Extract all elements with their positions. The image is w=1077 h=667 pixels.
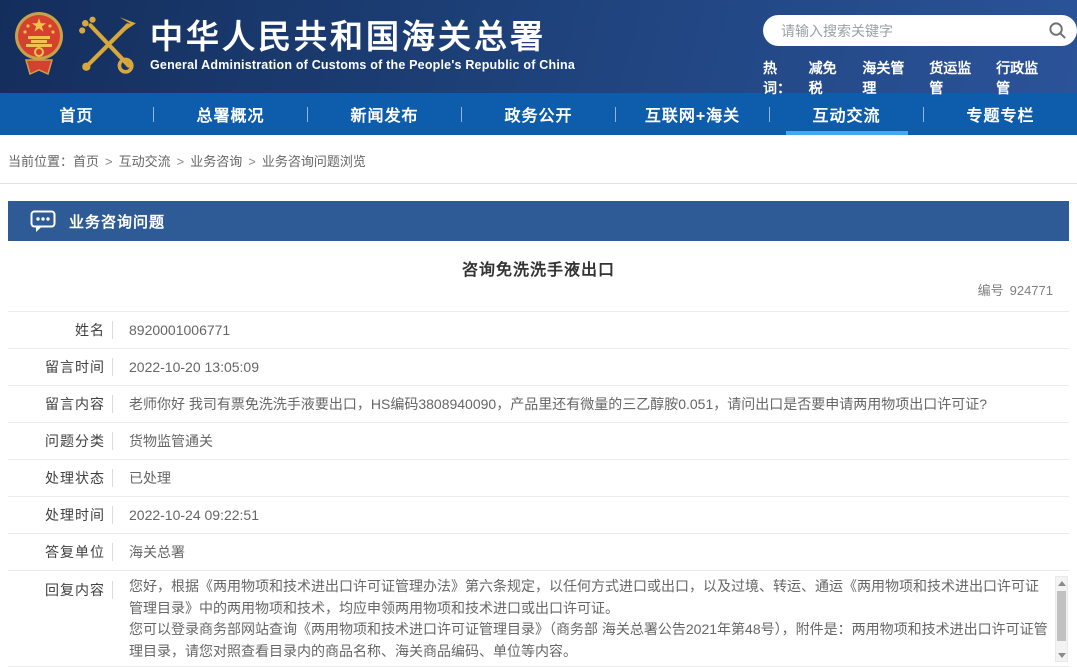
site-logo[interactable]: 中华人民共和国海关总署 General Administration of Cu…	[14, 10, 575, 80]
consultation-panel: 业务咨询问题 咨询免洗洗手液出口 编号 924771 姓名 89200010067…	[8, 201, 1069, 667]
hot-word-link[interactable]: 减免税	[809, 58, 849, 98]
hot-words: 热词： 减免税 海关管理 货运监管 行政监管	[763, 58, 1063, 98]
row-label: 答复单位	[8, 542, 105, 562]
breadcrumb-separator: >	[248, 154, 256, 169]
breadcrumb-current: 业务咨询问题浏览	[262, 154, 366, 169]
table-row-name: 姓名 8920001006771	[8, 312, 1069, 349]
site-title: 中华人民共和国海关总署	[150, 18, 575, 56]
question-number: 编号 924771	[978, 280, 1053, 299]
reply-content-scrollarea[interactable]: 您好，根据《两用物项和技术进出口许可证管理办法》第六条规定，以任何方式进口或出口…	[113, 576, 1069, 662]
hot-word-link[interactable]: 货运监管	[929, 58, 982, 98]
table-row-category: 问题分类 货物监管通关	[8, 423, 1069, 460]
hot-words-label: 热词：	[763, 58, 803, 98]
site-subtitle: General Administration of Customs of the…	[150, 58, 575, 72]
table-row-reply-unit: 答复单位 海关总署	[8, 534, 1069, 571]
breadcrumb-separator: >	[177, 154, 185, 169]
question-title: 咨询免洗洗手液出口	[8, 241, 1069, 280]
nav-item-news[interactable]: 新闻发布	[308, 93, 461, 135]
question-head: 咨询免洗洗手液出口 编号 924771	[8, 241, 1069, 311]
breadcrumb: 当前位置：首页 > 互动交流 > 业务咨询 > 业务咨询问题浏览	[0, 135, 1077, 184]
row-label: 回复内容	[8, 576, 105, 600]
row-label: 问题分类	[8, 431, 105, 451]
nav-item-interaction[interactable]: 互动交流	[770, 93, 923, 135]
row-value: 2022-10-20 13:05:09	[113, 357, 259, 377]
reply-scrollbar[interactable]	[1055, 576, 1068, 662]
breadcrumb-separator: >	[105, 154, 113, 169]
row-value: 2022-10-24 09:22:51	[113, 505, 259, 525]
search-icon[interactable]	[1048, 21, 1067, 40]
hot-word-link[interactable]: 海关管理	[862, 58, 915, 98]
row-value: 8920001006771	[113, 320, 230, 340]
scrollbar-thumb[interactable]	[1057, 591, 1066, 641]
row-label: 留言时间	[8, 357, 105, 377]
nav-item-internet-customs[interactable]: 互联网+海关	[616, 93, 769, 135]
scroll-up-arrow-icon[interactable]	[1056, 577, 1067, 589]
row-value: 海关总署	[113, 542, 185, 562]
scroll-down-arrow-icon[interactable]	[1056, 649, 1067, 661]
table-row-status: 处理状态 已处理	[8, 460, 1069, 497]
row-label: 处理状态	[8, 468, 105, 488]
breadcrumb-link-home[interactable]: 首页	[73, 154, 99, 169]
row-value: 货物监管通关	[113, 431, 213, 451]
main-nav: 首页 总署概况 新闻发布 政务公开 互联网+海关 互动交流 专题专栏	[0, 93, 1077, 135]
speech-bubble-icon	[30, 210, 56, 233]
nav-item-home[interactable]: 首页	[0, 93, 153, 135]
row-label: 留言内容	[8, 394, 105, 414]
breadcrumb-link-interaction[interactable]: 互动交流	[119, 154, 171, 169]
table-row-process-time: 处理时间 2022-10-24 09:22:51	[8, 497, 1069, 534]
national-emblem-icon	[14, 10, 64, 80]
reply-text: 您好，根据《两用物项和技术进出口许可证管理办法》第六条规定，以任何方式进口或出口…	[129, 576, 1053, 662]
nav-item-special-topics[interactable]: 专题专栏	[924, 93, 1077, 135]
breadcrumb-link-consultation[interactable]: 业务咨询	[190, 154, 242, 169]
panel-title: 业务咨询问题	[69, 211, 165, 232]
nav-item-gov-affairs[interactable]: 政务公开	[462, 93, 615, 135]
status-badge: 已处理	[113, 468, 171, 488]
site-header: 中华人民共和国海关总署 General Administration of Cu…	[0, 0, 1077, 93]
customs-key-logo-icon	[76, 14, 138, 76]
panel-header: 业务咨询问题	[8, 201, 1069, 241]
row-value: 老师你好 我司有票免洗洗手液要出口，HS编码3808940090，产品里还有微量…	[113, 394, 987, 414]
search-box[interactable]	[763, 15, 1077, 46]
row-label: 处理时间	[8, 505, 105, 525]
question-number-value: 924771	[1010, 283, 1053, 298]
hot-word-link[interactable]: 行政监管	[996, 58, 1049, 98]
table-row-message-content: 留言内容 老师你好 我司有票免洗洗手液要出口，HS编码3808940090，产品…	[8, 386, 1069, 423]
question-number-label: 编号	[978, 283, 1004, 298]
question-detail-table: 姓名 8920001006771 留言时间 2022-10-20 13:05:0…	[8, 311, 1069, 667]
row-label: 姓名	[8, 320, 105, 340]
table-row-reply-content: 回复内容 您好，根据《两用物项和技术进出口许可证管理办法》第六条规定，以任何方式…	[8, 571, 1069, 667]
search-input[interactable]	[779, 22, 1048, 40]
nav-item-overview[interactable]: 总署概况	[154, 93, 307, 135]
table-row-message-time: 留言时间 2022-10-20 13:05:09	[8, 349, 1069, 386]
breadcrumb-prefix: 当前位置：	[8, 154, 73, 169]
